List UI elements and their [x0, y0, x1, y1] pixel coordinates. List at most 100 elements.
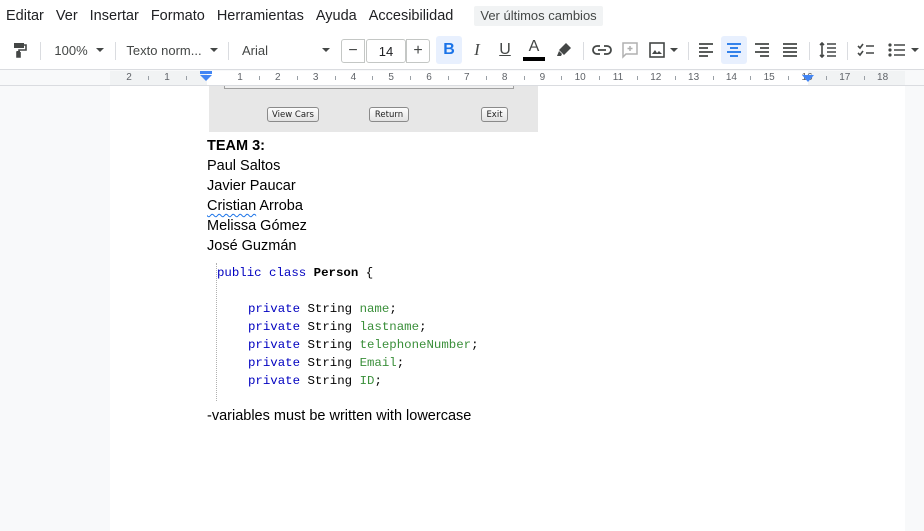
- ruler-tick: [561, 76, 563, 80]
- team-heading: TEAM 3:: [207, 138, 265, 154]
- underline-button[interactable]: U: [492, 36, 518, 64]
- toolbar-divider: [809, 42, 810, 60]
- ruler-number: 1: [237, 72, 243, 83]
- menu-herramientas[interactable]: Herramientas: [211, 2, 310, 30]
- chevron-down-icon: [670, 48, 678, 52]
- right-indent-marker-icon[interactable]: [802, 75, 814, 83]
- screenshot-exit-button: Exit: [481, 107, 508, 122]
- bulleted-list-button[interactable]: [883, 36, 923, 64]
- align-left-icon[interactable]: [693, 36, 719, 64]
- ruler-tick: [599, 76, 601, 80]
- left-indent-marker-icon[interactable]: [199, 71, 213, 81]
- screenshot-return-button: Return: [369, 107, 409, 122]
- ruler-right-margin: [808, 71, 905, 85]
- ruler-tick: [712, 76, 714, 80]
- ruler-number: 4: [350, 72, 357, 83]
- ruler-number: 17: [839, 72, 851, 83]
- note-paragraph: -variables must be written with lowercas…: [207, 408, 472, 424]
- paint-format-icon[interactable]: [6, 36, 34, 64]
- chevron-down-icon: [910, 48, 919, 52]
- screenshot-panel: [224, 86, 514, 89]
- ruler-tick: [788, 76, 790, 80]
- highlight-icon[interactable]: [552, 36, 578, 64]
- team-member: Melissa Gómez: [207, 218, 307, 234]
- embedded-app-screenshot[interactable]: View Cars Return Exit: [209, 86, 538, 132]
- menu-accesibilidad[interactable]: Accesibilidad: [363, 2, 460, 30]
- ruler-number: 1: [164, 72, 170, 83]
- menu-bar: Editar Ver Insertar Formato Herramientas…: [0, 0, 924, 32]
- team-member: Cristian Arroba: [207, 198, 303, 214]
- ruler-tick: [185, 76, 187, 80]
- ruler-number: 3: [312, 72, 319, 83]
- image-icon: [649, 42, 665, 58]
- ruler-number: 6: [426, 72, 432, 83]
- zoom-value: 100%: [54, 42, 88, 58]
- toolbar-divider: [583, 42, 584, 60]
- paragraph-style-select[interactable]: Texto norm...: [124, 36, 220, 64]
- align-center-icon[interactable]: [721, 36, 747, 64]
- code-line-field: private String Email;: [248, 356, 405, 370]
- ruler-number: 14: [725, 72, 737, 83]
- decrease-font-size-button[interactable]: −: [341, 39, 365, 63]
- ruler-tick: [296, 76, 298, 80]
- ruler-tick: [863, 76, 865, 80]
- team-member: Paul Saltos: [207, 158, 281, 174]
- last-changes-button[interactable]: Ver últimos cambios: [474, 6, 603, 26]
- italic-button[interactable]: I: [464, 36, 490, 64]
- font-select[interactable]: Arial: [238, 36, 334, 64]
- ruler-tick: [334, 76, 336, 80]
- ruler-tick: [485, 76, 487, 80]
- ruler-number: 7: [464, 72, 470, 83]
- bold-button[interactable]: B: [436, 36, 462, 64]
- ruler-number: 12: [650, 72, 662, 83]
- team-member: Javier Paucar: [207, 178, 296, 194]
- menu-ver[interactable]: Ver: [50, 2, 84, 30]
- team-member: José Guzmán: [207, 238, 297, 254]
- menu-insertar[interactable]: Insertar: [84, 2, 145, 30]
- ruler-tick: [147, 76, 149, 80]
- code-line-field: private String telephoneNumber;: [248, 338, 479, 352]
- line-spacing-icon[interactable]: [815, 36, 841, 64]
- ruler-tick: [523, 76, 525, 80]
- ruler-number: 2: [275, 72, 281, 83]
- code-line-field: private String name;: [248, 302, 397, 316]
- menu-ayuda[interactable]: Ayuda: [310, 2, 363, 30]
- chevron-down-icon: [322, 48, 330, 52]
- toolbar-divider: [228, 42, 229, 60]
- ruler-number: 11: [612, 72, 624, 83]
- ruler-number: 5: [388, 72, 394, 83]
- font-size-input[interactable]: 14: [366, 39, 406, 63]
- align-right-icon[interactable]: [749, 36, 775, 64]
- toolbar: 100% Texto norm... Arial − 14 + B I U A: [0, 32, 924, 70]
- font-value: Arial: [242, 42, 269, 58]
- menu-editar[interactable]: Editar: [0, 2, 50, 30]
- screenshot-view-cars-button: View Cars: [267, 107, 319, 122]
- ruler-number: 8: [501, 72, 508, 83]
- ruler-number: 2: [126, 72, 132, 83]
- ruler[interactable]: 21123456789101112131415161718: [0, 71, 924, 86]
- align-justify-icon[interactable]: [777, 36, 803, 64]
- add-comment-icon[interactable]: [617, 36, 643, 64]
- ruler-tick: [674, 76, 676, 80]
- bulleted-list-icon: [887, 43, 905, 57]
- zoom-select[interactable]: 100%: [50, 36, 108, 64]
- link-icon[interactable]: [589, 36, 615, 64]
- text-color-button[interactable]: A: [520, 36, 548, 64]
- document-page[interactable]: View Cars Return Exit TEAM 3: Paul Salto…: [110, 86, 905, 531]
- toolbar-divider: [40, 42, 41, 60]
- ruler-number: 18: [877, 72, 889, 83]
- code-line-class: public class Person {: [217, 266, 374, 280]
- checklist-icon[interactable]: [853, 36, 879, 64]
- ruler-tick: [258, 76, 260, 80]
- ruler-tick: [447, 76, 449, 80]
- increase-font-size-button[interactable]: +: [406, 39, 430, 63]
- insert-image-button[interactable]: [645, 36, 681, 64]
- menu-formato[interactable]: Formato: [145, 2, 211, 30]
- ruler-number: 13: [688, 72, 700, 83]
- toolbar-divider: [688, 42, 689, 60]
- misspelled-word[interactable]: Cristian: [207, 198, 256, 214]
- ruler-number: 10: [574, 72, 586, 83]
- text-color-swatch: [523, 57, 545, 61]
- code-line-field: private String lastname;: [248, 320, 427, 334]
- ruler-left-margin: [110, 71, 207, 85]
